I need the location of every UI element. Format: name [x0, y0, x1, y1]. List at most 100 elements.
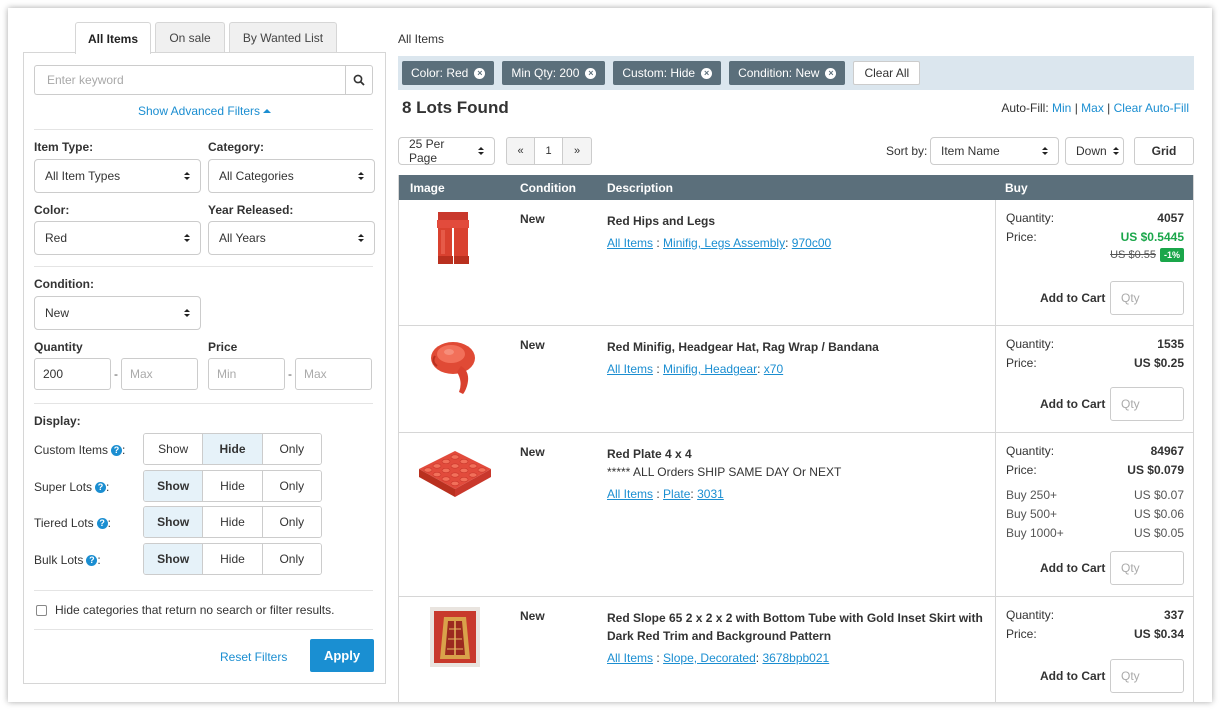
help-icon[interactable]: ? — [86, 554, 98, 566]
link-all-items[interactable]: All Items — [607, 362, 653, 376]
search-input[interactable] — [34, 65, 345, 95]
qty-input[interactable]: Qty — [1110, 659, 1184, 693]
qty-input[interactable]: Qty — [1110, 387, 1184, 421]
link-all-items[interactable]: All Items — [607, 236, 653, 250]
item-description: Red Minifig, Headgear Hat, Rag Wrap / Ba… — [607, 338, 987, 376]
auto-fill-max-link[interactable]: Max — [1081, 101, 1104, 115]
link-part-number[interactable]: 3031 — [697, 487, 724, 501]
link-category[interactable]: Minifig, Headgear — [663, 362, 757, 376]
qty-input[interactable]: Qty — [1110, 551, 1184, 585]
condition-select[interactable]: New — [34, 296, 201, 330]
custom-items-show[interactable]: Show — [144, 434, 204, 464]
help-icon[interactable]: ? — [111, 444, 123, 456]
tab-on-sale[interactable]: On sale — [155, 22, 225, 53]
discount-badge: -1% — [1159, 248, 1184, 262]
close-icon[interactable]: × — [474, 67, 486, 79]
auto-fill-min-link[interactable]: Min — [1052, 101, 1071, 115]
close-icon[interactable]: × — [585, 67, 597, 79]
pager-page-1[interactable]: 1 — [535, 138, 563, 164]
divider — [34, 590, 373, 591]
search-button[interactable] — [345, 65, 373, 95]
help-icon[interactable]: ? — [95, 481, 107, 493]
close-icon[interactable]: × — [825, 67, 837, 79]
link-all-items[interactable]: All Items — [607, 651, 653, 665]
year-select[interactable]: All Years — [208, 221, 375, 255]
sort-value: Item Name — [941, 144, 1000, 158]
select-arrows-icon — [358, 172, 364, 180]
pager-prev-button[interactable]: « — [507, 138, 535, 164]
item-description: Red Hips and Legs All Items : Minifig, L… — [607, 212, 987, 250]
link-sep: : — [757, 362, 761, 376]
quantity-label: Quantity — [34, 340, 83, 354]
part-image-red-bandana[interactable] — [427, 336, 483, 396]
item-type-select[interactable]: All Item Types — [34, 159, 201, 193]
link-all-items[interactable]: All Items — [607, 487, 653, 501]
price-min-input[interactable]: Min — [208, 358, 285, 390]
tab-by-wanted-list[interactable]: By Wanted List — [229, 22, 337, 53]
tier-price: US $0.07 — [1133, 488, 1184, 502]
pager-next-button[interactable]: » — [563, 138, 591, 164]
sort-direction-value: Down — [1076, 144, 1107, 158]
tiered-lots-show[interactable]: Show — [144, 507, 204, 537]
price-label: Price: — [1006, 356, 1037, 370]
qty-input[interactable]: Qty — [1110, 281, 1184, 315]
clear-all-button[interactable]: Clear All — [853, 61, 921, 85]
filter-chip-color[interactable]: Color: Red × — [402, 61, 495, 85]
part-image-red-hips-legs[interactable] — [429, 210, 479, 268]
custom-items-only[interactable]: Only — [262, 434, 321, 464]
filter-chip-condition[interactable]: Condition: New × — [729, 61, 846, 85]
part-image-red-slope[interactable] — [430, 607, 480, 667]
bulk-lots-hide[interactable]: Hide — [203, 544, 263, 574]
link-category[interactable]: Plate — [663, 487, 690, 501]
tier-label: Buy 250+ — [1006, 488, 1058, 502]
filter-chip-min-qty[interactable]: Min Qty: 200 × — [502, 61, 606, 85]
part-image-red-plate[interactable] — [417, 449, 493, 501]
bulk-lots-only[interactable]: Only — [262, 544, 321, 574]
tab-all-items[interactable]: All Items — [75, 22, 151, 54]
hide-categories-checkbox[interactable] — [36, 604, 47, 616]
per-page-select[interactable]: 25 Per Page — [398, 137, 495, 165]
filter-chip-custom[interactable]: Custom: Hide × — [613, 61, 722, 85]
header-description: Description — [607, 181, 674, 195]
custom-items-hide[interactable]: Hide — [203, 434, 263, 464]
bulk-lots-show[interactable]: Show — [144, 544, 204, 574]
price-max-input[interactable]: Max — [295, 358, 372, 390]
super-lots-show[interactable]: Show — [144, 471, 204, 501]
separator: | — [1107, 101, 1111, 115]
condition-value: New — [520, 212, 545, 226]
tiered-lots-hide[interactable]: Hide — [203, 507, 263, 537]
link-part-number[interactable]: 3678bpb021 — [762, 651, 829, 665]
help-icon[interactable]: ? — [96, 517, 108, 529]
super-lots-only[interactable]: Only — [262, 471, 321, 501]
link-category[interactable]: Minifig, Legs Assembly — [663, 236, 785, 250]
original-price: US $0.55 -1% — [1110, 248, 1184, 262]
price-label: Price: — [1006, 463, 1037, 477]
link-part-number[interactable]: x70 — [764, 362, 783, 376]
category-select[interactable]: All Categories — [208, 159, 375, 193]
grid-view-button[interactable]: Grid — [1134, 137, 1194, 165]
super-lots-hide[interactable]: Hide — [203, 471, 263, 501]
year-value: All Years — [219, 231, 266, 245]
sort-direction-select[interactable]: Down — [1065, 137, 1124, 165]
tiered-lots-only[interactable]: Only — [262, 507, 321, 537]
reset-filters-link[interactable]: Reset Filters — [220, 650, 287, 664]
advanced-filters-toggle[interactable]: Show Advanced Filters — [24, 104, 385, 118]
active-filters-bar: Color: Red × Min Qty: 200 × Custom: Hide × … — [398, 56, 1194, 90]
custom-items-text: Custom Items — [34, 443, 109, 457]
bulk-lots-text: Bulk Lots — [34, 553, 84, 567]
close-icon[interactable]: × — [701, 67, 713, 79]
quantity-min-input[interactable]: 200 — [34, 358, 111, 390]
select-arrows-icon — [184, 234, 190, 242]
color-select[interactable]: Red — [34, 221, 201, 255]
select-arrows-icon — [358, 234, 364, 242]
quantity-max-input[interactable]: Max — [121, 358, 198, 390]
link-part-number[interactable]: 970c00 — [792, 236, 831, 250]
clear-auto-fill-link[interactable]: Clear Auto-Fill — [1114, 101, 1189, 115]
tier-label: Buy 1000+ — [1006, 526, 1064, 540]
link-category[interactable]: Slope, Decorated — [663, 651, 756, 665]
bulk-lots-label: Bulk Lots?: — [34, 553, 101, 567]
sort-select[interactable]: Item Name — [930, 137, 1059, 165]
apply-button[interactable]: Apply — [310, 639, 374, 672]
quantity-label: Quantity: — [1006, 211, 1055, 225]
condition-value: New — [45, 306, 70, 320]
